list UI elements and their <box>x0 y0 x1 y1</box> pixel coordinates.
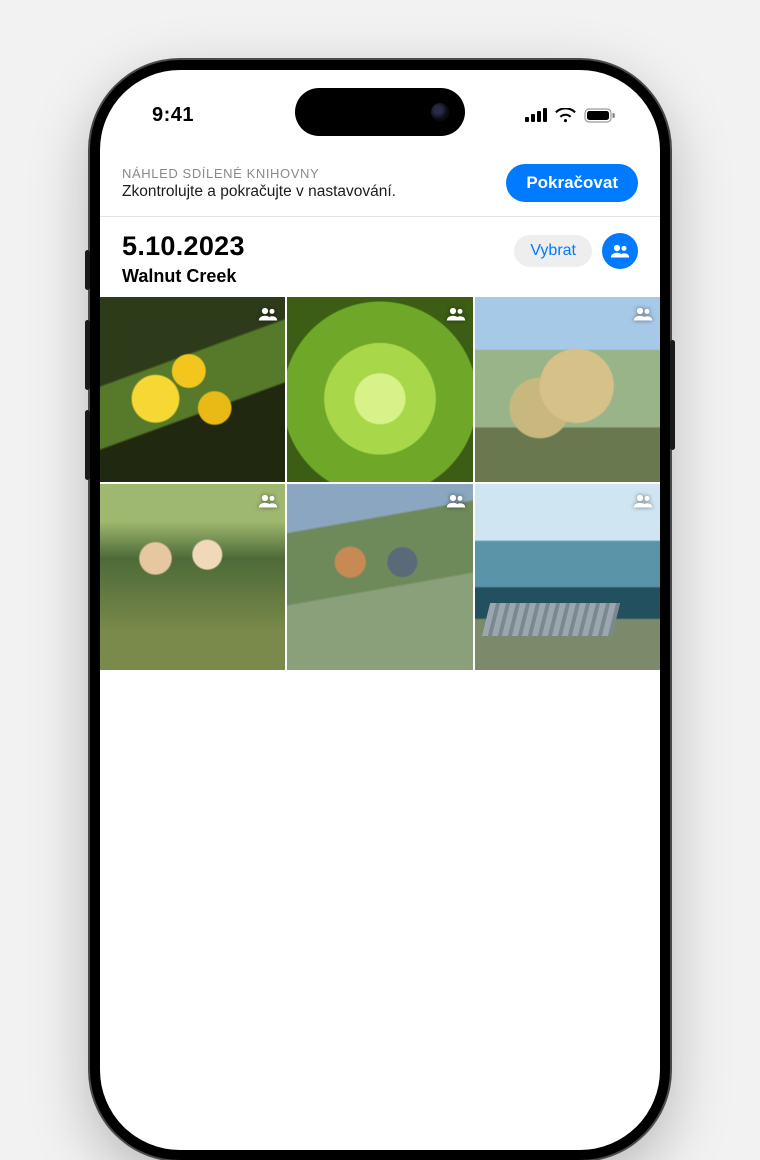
banner-text: NÁHLED SDÍLENÉ KNIHOVNY Zkontrolujte a p… <box>122 166 494 201</box>
people-icon <box>610 244 630 258</box>
shared-badge-icon <box>445 490 467 512</box>
select-button[interactable]: Vybrat <box>514 235 592 267</box>
status-time: 9:41 <box>138 104 194 127</box>
banner-subtitle: Zkontrolujte a pokračujte v nastavování. <box>122 183 494 201</box>
iphone-frame: 9:41 NÁHLED SDÍLENÉ KNIHOVNY Zkontrolujt… <box>90 60 670 1160</box>
volume-up-button <box>85 320 90 390</box>
status-icons <box>525 108 622 123</box>
section-location: Walnut Creek <box>122 266 514 287</box>
continue-button[interactable]: Pokračovat <box>506 164 638 202</box>
photo-thumbnail[interactable] <box>475 297 660 482</box>
photo-thumbnail[interactable] <box>475 484 660 669</box>
silent-switch <box>85 250 90 290</box>
shared-badge-icon <box>445 303 467 325</box>
cellular-icon <box>525 108 547 122</box>
header-actions: Vybrat <box>514 231 638 269</box>
shared-badge-icon <box>632 490 654 512</box>
banner-title: NÁHLED SDÍLENÉ KNIHOVNY <box>122 166 494 181</box>
screen: 9:41 NÁHLED SDÍLENÉ KNIHOVNY Zkontrolujt… <box>100 70 660 1150</box>
header-left: 5.10.2023 Walnut Creek <box>122 231 514 287</box>
content: NÁHLED SDÍLENÉ KNIHOVNY Zkontrolujte a p… <box>100 160 660 1150</box>
wifi-icon <box>555 108 576 123</box>
shared-badge-icon <box>632 303 654 325</box>
volume-down-button <box>85 410 90 480</box>
photo-grid <box>100 297 660 670</box>
shared-library-banner: NÁHLED SDÍLENÉ KNIHOVNY Zkontrolujte a p… <box>100 160 660 217</box>
dynamic-island <box>295 88 465 136</box>
section-header: 5.10.2023 Walnut Creek Vybrat <box>100 217 660 297</box>
photo-thumbnail[interactable] <box>287 484 472 669</box>
power-button <box>670 340 675 450</box>
battery-icon <box>584 108 616 123</box>
section-date: 5.10.2023 <box>122 231 514 262</box>
photo-thumbnail[interactable] <box>100 484 285 669</box>
photo-thumbnail[interactable] <box>100 297 285 482</box>
shared-badge-icon <box>257 303 279 325</box>
shared-badge-icon <box>257 490 279 512</box>
shared-people-button[interactable] <box>602 233 638 269</box>
photo-thumbnail[interactable] <box>287 297 472 482</box>
